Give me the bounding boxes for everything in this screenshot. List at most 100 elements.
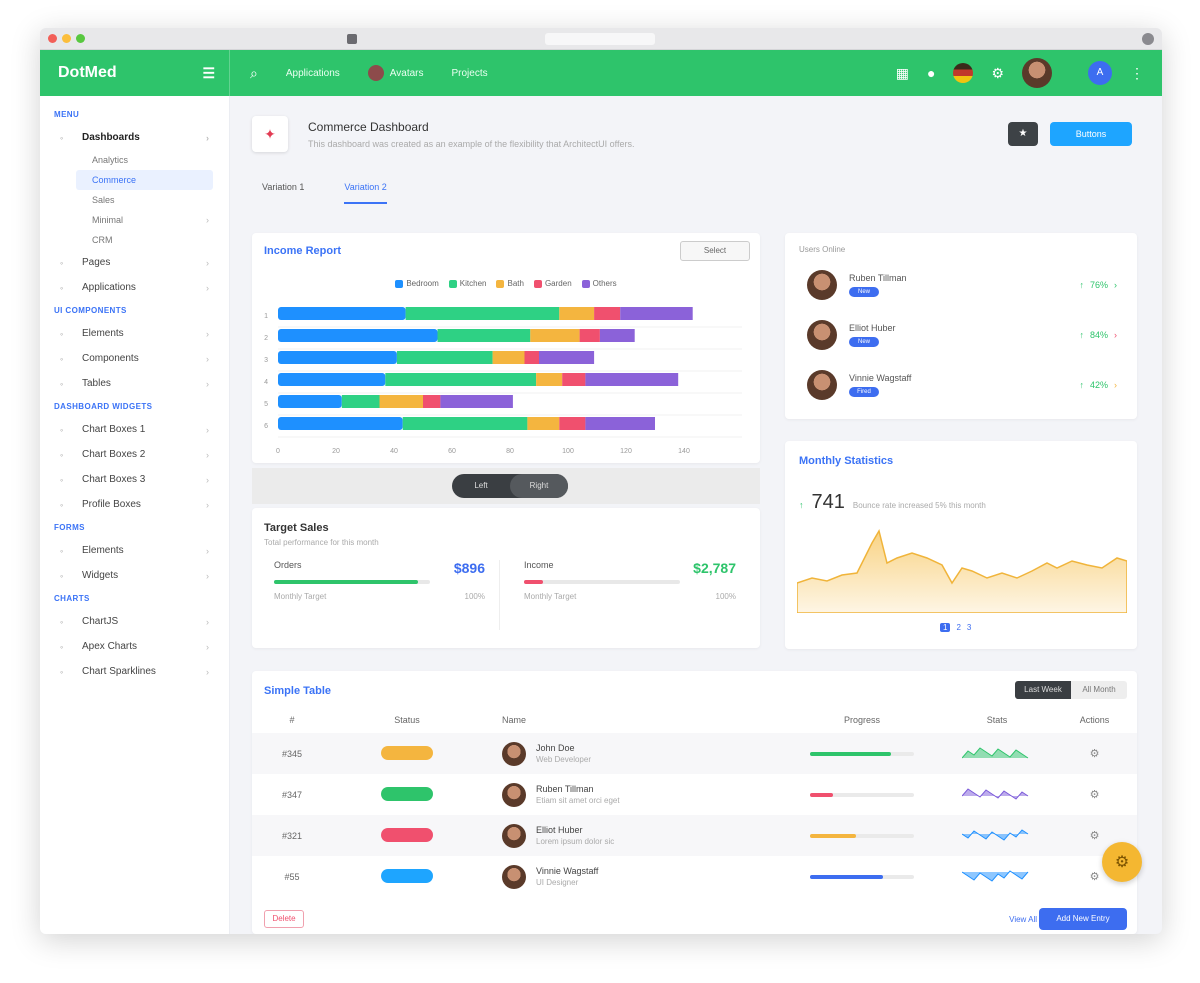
bar-segment[interactable] [341,395,380,408]
sidebar-item[interactable]: ◦ Widgets › [40,563,229,588]
bar-segment[interactable] [579,329,600,342]
settings-fab-icon[interactable]: ⚙ [1102,842,1142,882]
table-toggle[interactable]: Last Week All Month [1015,681,1127,699]
toggle-right[interactable]: Right [510,474,568,498]
more-icon[interactable]: ⚙ [1090,789,1100,801]
bar-segment[interactable] [437,329,531,342]
bar-segment[interactable] [278,395,342,408]
toggle-all-month[interactable]: All Month [1071,681,1127,699]
more-icon[interactable]: ⚙ [1090,871,1100,883]
chart-toggle[interactable]: Left Right [452,474,568,498]
nav-applications[interactable]: Applications [286,68,340,79]
sidebar-item[interactable]: ◦ Chart Boxes 3 › [40,467,229,492]
star-button[interactable]: ★ [1008,122,1038,146]
minimize-icon[interactable] [62,34,71,43]
user-row[interactable]: Elliot Huber New ↑ 84% › [807,315,1117,355]
bar-segment[interactable] [585,417,655,430]
sidebar-item[interactable]: ◦ Applications › [40,275,229,300]
bar-segment[interactable] [385,373,537,386]
bar-segment[interactable] [559,307,595,320]
table-row[interactable]: #321 Elliot Huber Lorem ipsum dolor sic ⚙ [252,815,1137,856]
user-row[interactable]: Vinnie Wagstaff Fired ↑ 42% › [807,365,1117,405]
sidebar-item[interactable]: ◦ Tables › [40,371,229,396]
bar-segment[interactable] [539,351,595,364]
sidebar-item[interactable]: ◦ Pages › [40,250,229,275]
sidebar-subitem[interactable]: Minimal › [40,210,229,230]
nav-avatars[interactable]: Avatars [367,65,424,81]
sidebar-item[interactable]: ◦ Apex Charts › [40,634,229,659]
legend-item[interactable]: Bath [496,279,524,288]
toggle-left[interactable]: Left [452,474,510,498]
url-bar[interactable] [545,33,655,45]
bar-segment[interactable] [278,351,397,364]
bell-icon[interactable]: ● [927,65,935,81]
sidebar-item[interactable]: ◦ Elements › [40,321,229,346]
user-avatar[interactable] [1022,58,1052,88]
bar-segment[interactable] [559,417,586,430]
add-new-button[interactable]: Add New Entry [1039,908,1127,930]
table-row[interactable]: #345 John Doe Web Developer ⚙ [252,733,1137,774]
legend-item[interactable]: Garden [533,279,572,288]
sidebar-item[interactable]: ◦ Chart Sparklines › [40,659,229,684]
bar-segment[interactable] [423,395,441,408]
hamburger-icon[interactable]: ☰ [202,65,215,82]
page-2[interactable]: 2 [956,623,960,632]
nav-projects[interactable]: Projects [452,68,488,79]
bar-segment[interactable] [524,351,540,364]
sidebar-item[interactable]: ◦ Chart Boxes 2 › [40,442,229,467]
page-1[interactable]: 1 [940,623,951,632]
brand-logo[interactable]: DotMed [58,64,117,82]
legend-item[interactable]: Bedroom [395,279,439,288]
bar-segment[interactable] [379,395,424,408]
delete-button[interactable]: Delete [264,910,304,928]
toggle-last-week[interactable]: Last Week [1015,681,1071,699]
more-icon[interactable]: ⚙ [1090,748,1100,760]
bar-segment[interactable] [440,395,513,408]
bar-segment[interactable] [492,351,525,364]
bar-segment[interactable] [530,329,580,342]
search-icon[interactable]: ⌕ [250,65,258,82]
user-row[interactable]: Ruben Tillman New ↑ 76% › [807,265,1117,305]
bar-segment[interactable] [527,417,560,430]
sidebar-subitem[interactable]: Commerce [76,170,213,190]
bar-segment[interactable] [278,373,386,386]
bar-segment[interactable] [402,417,528,430]
buttons-dropdown[interactable]: Buttons [1050,122,1132,146]
browser-menu-icon[interactable] [1142,33,1154,45]
page-3[interactable]: 3 [967,623,971,632]
sidebar-item[interactable]: ◦ Components › [40,346,229,371]
more-icon[interactable]: ⋮ [1130,65,1144,82]
bar-segment[interactable] [585,373,679,386]
more-icon[interactable]: ⚙ [1090,830,1100,842]
maximize-icon[interactable] [76,34,85,43]
tab-variation-1[interactable]: Variation 1 [262,182,304,204]
sidebar-item[interactable]: ◦ Elements › [40,538,229,563]
sidebar-item[interactable]: ◦ ChartJS › [40,609,229,634]
table-row[interactable]: #347 Ruben Tillman Etiam sit amet orci eg… [252,774,1137,815]
close-icon[interactable] [48,34,57,43]
sidebar-subitem[interactable]: CRM [40,230,229,250]
bar-segment[interactable] [594,307,621,320]
bar-segment[interactable] [620,307,693,320]
sidebar-subitem[interactable]: Analytics [40,150,229,170]
bar-segment[interactable] [278,417,403,430]
sidebar-item[interactable]: ◦ Chart Boxes 1 › [40,417,229,442]
bar-segment[interactable] [278,307,406,320]
legend-item[interactable]: Others [581,279,617,288]
table-row[interactable]: #55 Vinnie Wagstaff UI Designer ⚙ [252,856,1137,897]
grid-icon[interactable]: ▦ [896,65,909,82]
select-dropdown[interactable]: Select [680,241,750,261]
view-all-link[interactable]: View All [1009,915,1037,924]
bar-segment[interactable] [599,329,635,342]
user-menu-button[interactable]: A [1088,61,1112,85]
sidebar-item[interactable]: ◦ Dashboards › [40,125,229,150]
bar-segment[interactable] [536,373,563,386]
bar-segment[interactable] [405,307,560,320]
bar-segment[interactable] [396,351,493,364]
flag-icon[interactable] [953,63,974,83]
sidebar-subitem[interactable]: Sales [40,190,229,210]
bar-segment[interactable] [562,373,586,386]
tab-variation-2[interactable]: Variation 2 [344,182,387,204]
window-controls[interactable] [48,34,85,43]
shield-icon[interactable] [347,34,357,44]
